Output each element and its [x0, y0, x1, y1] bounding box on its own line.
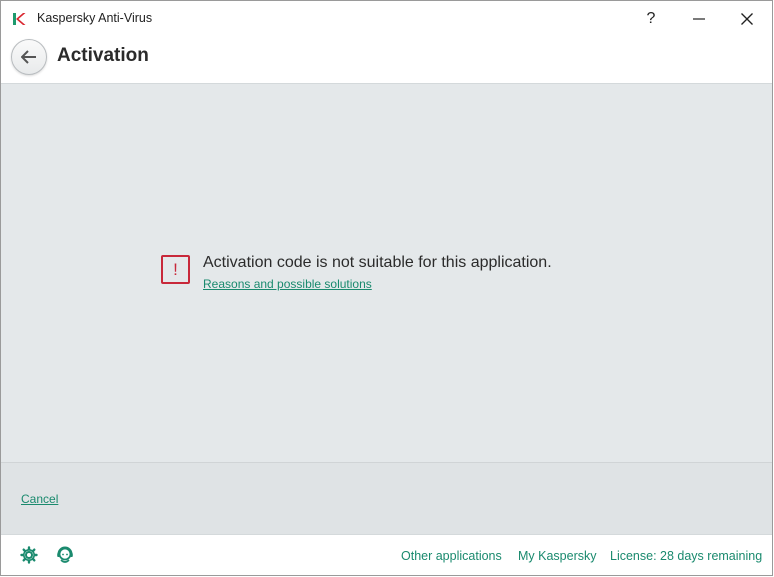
page-header: Activation [1, 37, 772, 84]
my-kaspersky-link[interactable]: My Kaspersky [518, 549, 597, 563]
other-applications-link[interactable]: Other applications [401, 549, 502, 563]
gear-icon[interactable] [20, 546, 38, 564]
support-icon[interactable] [56, 546, 74, 564]
main-content: ! Activation code is not suitable for th… [1, 84, 772, 462]
cancel-link[interactable]: Cancel [21, 492, 58, 506]
footer: Other applications My Kaspersky License:… [1, 534, 772, 575]
close-button[interactable] [727, 5, 767, 33]
back-button[interactable] [11, 39, 47, 75]
kaspersky-logo-icon [13, 13, 26, 25]
close-icon [741, 13, 753, 25]
minimize-icon [693, 18, 705, 20]
license-link[interactable]: License: 28 days remaining [610, 549, 762, 563]
help-button[interactable]: ? [631, 5, 671, 33]
error-exclamation-icon: ! [161, 255, 190, 284]
error-message: Activation code is not suitable for this… [203, 254, 552, 271]
title-bar: Kaspersky Anti-Virus ? [1, 1, 772, 37]
window-title: Kaspersky Anti-Virus [37, 11, 153, 25]
arrow-left-icon [21, 50, 36, 64]
help-icon: ? [646, 10, 656, 27]
app-window: Kaspersky Anti-Virus ? Activation ! Acti… [0, 0, 773, 576]
minimize-button[interactable] [679, 5, 719, 33]
error-glyph: ! [173, 259, 178, 279]
action-bar: Cancel [1, 462, 772, 534]
reasons-solutions-link[interactable]: Reasons and possible solutions [203, 277, 372, 291]
page-title: Activation [57, 45, 149, 66]
